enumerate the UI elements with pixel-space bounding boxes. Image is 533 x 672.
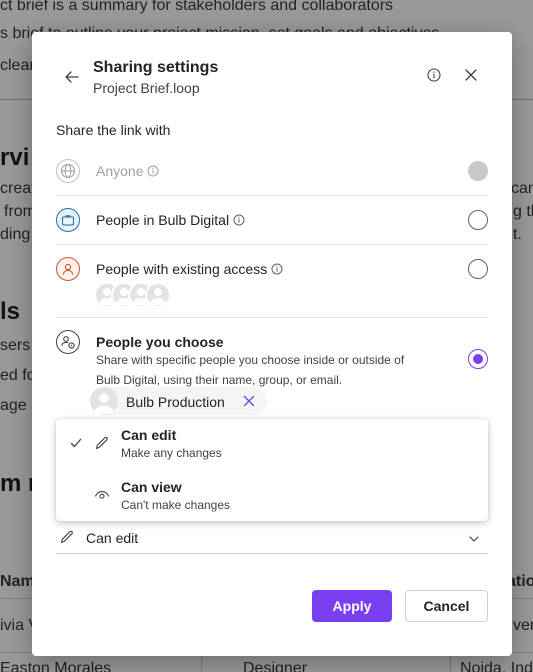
info-icon[interactable] — [233, 214, 245, 226]
avatar — [145, 282, 171, 308]
remove-person-button[interactable] — [241, 393, 257, 409]
person-icon — [56, 257, 80, 281]
dialog-subtitle: Project Brief.loop — [93, 80, 200, 96]
people-settings-icon — [56, 330, 80, 354]
pencil-icon — [60, 530, 73, 544]
option-existing-access-label-wrap: People with existing access — [96, 261, 283, 277]
radio-people-you-choose[interactable] — [468, 349, 488, 369]
radio-existing-access[interactable] — [468, 259, 488, 279]
menu-item-can-view[interactable]: Can view Can't make changes — [56, 471, 488, 521]
chevron-down-icon — [469, 536, 479, 542]
dialog-title: Sharing settings — [93, 59, 219, 76]
menu-item-label: Can edit — [121, 427, 177, 443]
option-people-in-org-label: People in Bulb Digital — [96, 212, 230, 228]
globe-icon — [56, 159, 80, 183]
info-icon[interactable] — [271, 263, 283, 275]
permission-menu: Can edit Make any changes Can view Can't… — [56, 419, 488, 521]
option-people-you-choose-label: People you choose — [96, 334, 224, 350]
back-button[interactable] — [60, 65, 84, 89]
info-button[interactable] — [424, 65, 444, 85]
option-people-you-choose-description: Share with specific people you choose in… — [96, 353, 405, 387]
cancel-button[interactable]: Cancel — [405, 590, 488, 622]
close-icon — [465, 69, 477, 81]
option-people-in-org[interactable]: People in Bulb Digital — [56, 208, 488, 232]
permission-dropdown-value: Can edit — [86, 530, 139, 546]
option-divider — [56, 244, 488, 245]
menu-item-can-edit[interactable]: Can edit Make any changes — [56, 419, 488, 469]
info-icon — [427, 68, 441, 82]
menu-item-description: Can't make changes — [121, 498, 231, 512]
option-anyone-label: Anyone — [96, 163, 144, 179]
avatar — [90, 387, 118, 415]
menu-item-description: Make any changes — [121, 446, 222, 460]
permission-dropdown[interactable]: Can edit — [56, 524, 488, 554]
option-divider — [56, 195, 488, 196]
option-existing-access-label: People with existing access — [96, 261, 268, 277]
person-chip-name: Bulb Production — [126, 394, 225, 410]
sharing-settings-dialog: Sharing settings Project Brief.loop Shar… — [32, 32, 512, 656]
pencil-icon — [95, 436, 108, 450]
radio-people-in-org[interactable] — [468, 210, 488, 230]
radio-anyone — [468, 161, 488, 181]
close-button[interactable] — [461, 65, 481, 85]
share-link-label: Share the link with — [56, 122, 171, 138]
briefcase-icon — [56, 208, 80, 232]
info-icon — [147, 165, 159, 177]
menu-item-label: Can view — [121, 479, 182, 495]
person-chip: Bulb Production — [90, 387, 267, 415]
arrow-left-icon — [65, 71, 79, 83]
option-anyone: Anyone — [56, 159, 488, 183]
option-people-in-org-label-wrap: People in Bulb Digital — [96, 212, 245, 228]
close-icon — [243, 395, 255, 407]
eye-icon — [94, 491, 110, 499]
option-anyone-label-wrap: Anyone — [96, 163, 159, 179]
checkmark-icon — [70, 438, 82, 448]
option-divider — [56, 317, 488, 318]
apply-button[interactable]: Apply — [312, 590, 392, 622]
